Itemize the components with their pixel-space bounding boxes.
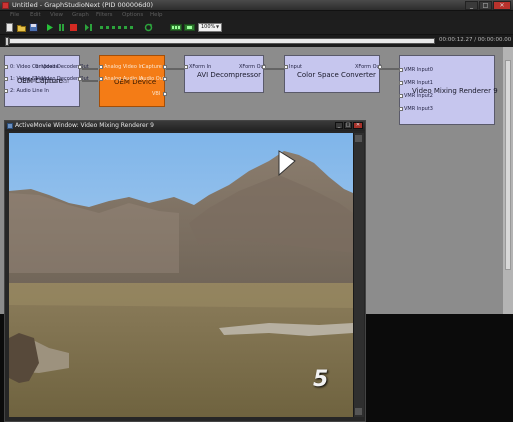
pin-label: Input: [289, 64, 302, 70]
video-close-button[interactable]: ✕: [353, 122, 363, 129]
filter-name: AVI Decompressor: [197, 71, 261, 79]
input-pin[interactable]: [184, 65, 188, 69]
output-pin[interactable]: [163, 65, 167, 69]
video-frame: 5: [9, 133, 353, 417]
input-pin[interactable]: [399, 81, 403, 85]
output-pin[interactable]: [378, 65, 382, 69]
video-scrollbar[interactable]: [353, 133, 364, 417]
input-pin[interactable]: [4, 65, 8, 69]
filter-avi-decompressor[interactable]: AVI Decompressor XForm In XForm Out: [184, 55, 266, 93]
input-pin[interactable]: [284, 65, 288, 69]
output-pin[interactable]: [78, 77, 82, 81]
filter-oem-capture[interactable]: OEM Capture OEM Crossbar 0: Video Compos…: [4, 55, 89, 107]
video-minimize-button[interactable]: _: [335, 122, 343, 129]
pin-label: VMR Input3: [404, 106, 433, 112]
input-pin[interactable]: [399, 94, 403, 98]
pin-label: 2: Audio Line In: [10, 88, 49, 94]
input-pin[interactable]: [399, 68, 403, 72]
pin-label: Capture: [142, 64, 162, 70]
scroll-down-button[interactable]: [355, 408, 362, 415]
scroll-up-button[interactable]: [355, 135, 362, 142]
pin-label: Audio Out: [140, 76, 165, 82]
video-maximize-button[interactable]: □: [344, 122, 352, 129]
pin-label: VMR Input0: [404, 67, 433, 73]
input-pin[interactable]: [99, 65, 103, 69]
filter-video-mixing-renderer-9[interactable]: Video Mixing Renderer 9 VMR Input0 VMR I…: [399, 55, 498, 125]
filter-oem-device[interactable]: OEM Device Analog Video In Analog Audio …: [99, 55, 167, 107]
video-window-icon: [7, 123, 13, 129]
output-pin[interactable]: [163, 92, 167, 96]
filter-name: Color Space Converter: [297, 71, 376, 79]
output-pin[interactable]: [163, 77, 167, 81]
pin-label: Analog Audio In: [104, 76, 144, 82]
pin-label: VMR Input1: [404, 80, 433, 86]
input-pin[interactable]: [4, 77, 8, 81]
video-window-title: ActiveMovie Window: Video Mixing Rendere…: [15, 122, 154, 129]
filter-color-space-converter[interactable]: Color Space Converter Input XForm Out: [284, 55, 382, 93]
pin-label: XForm In: [189, 64, 212, 70]
channel-logo: 5: [313, 367, 329, 392]
input-pin[interactable]: [4, 89, 8, 93]
pin-label: VMR Input2: [404, 93, 433, 99]
input-pin[interactable]: [399, 107, 403, 111]
output-pin[interactable]: [262, 65, 266, 69]
output-pin[interactable]: [78, 65, 82, 69]
input-pin[interactable]: [99, 77, 103, 81]
pin-label: Analog Video In: [104, 64, 144, 70]
pin-label: VBI: [152, 91, 161, 97]
